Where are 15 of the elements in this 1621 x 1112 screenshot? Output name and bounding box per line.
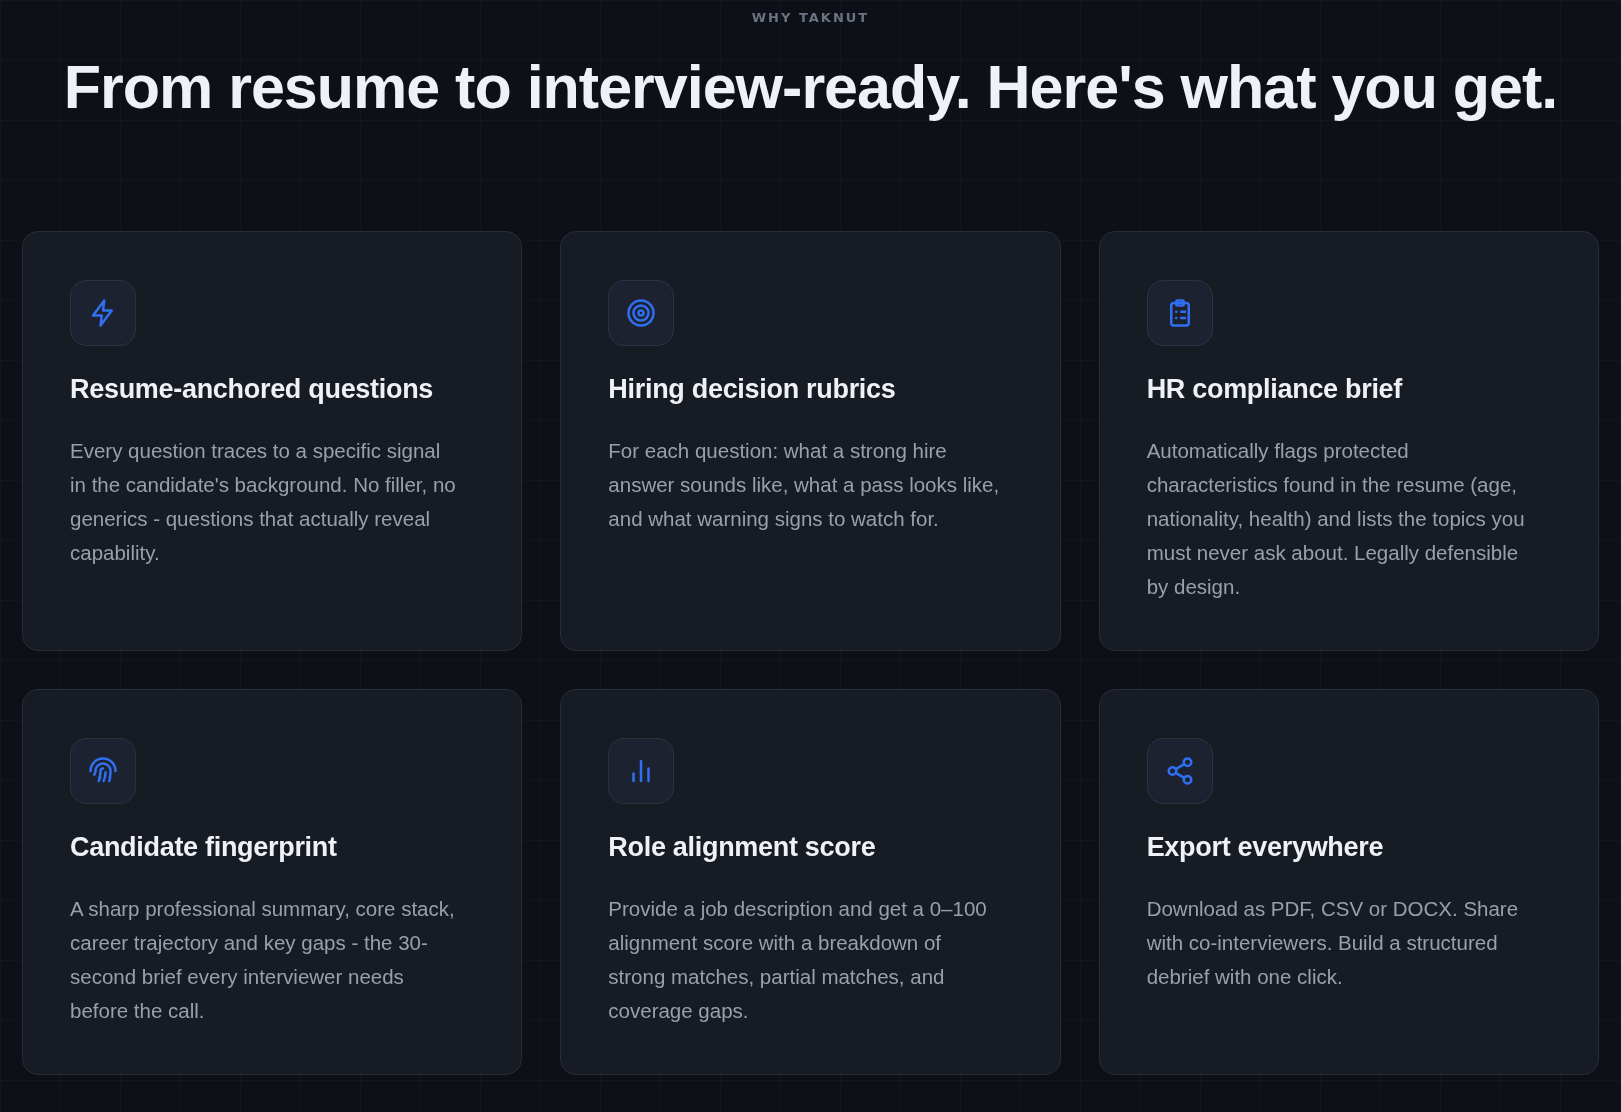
card-description: Automatically flags protected characteristics found in the resume (age, nationality, health) and lists the topics you must never ask about. Legally defensible by design. xyxy=(1146,438,1526,601)
card-description: Download as PDF, CSV or DOCX. Share with co-interviewers. Build a structured debrief with one click. xyxy=(1146,896,1520,991)
section-heading: From resume to interview-ready. Here's what you get. xyxy=(62,52,1559,123)
card-description: A sharp professional summary, core stack, career trajectory and key gaps - the 30-second brief every interviewer needs before the call. xyxy=(70,896,456,1025)
card-title: Resume-anchored questions xyxy=(70,373,435,407)
card-description: Provide a job description and get a 0–100 alignment score with a breakdown of strong matches, partial matches, and coverage gaps. xyxy=(608,896,988,1025)
card-title: Hiring decision rubrics xyxy=(608,373,897,407)
target-icon xyxy=(626,298,657,329)
card-title: Role alignment score xyxy=(608,831,877,865)
card-title: HR compliance brief xyxy=(1146,373,1404,407)
card-description: Every question traces to a specific signal in the candidate's background. No filler, no generics - questions that actually reveal capability. xyxy=(70,438,457,567)
card-description: For each question: what a strong hire answer sounds like, what a pass looks like, and what warning signs to watch for. xyxy=(608,438,1000,533)
section-eyebrow: WHY TAKNUT xyxy=(750,10,871,25)
card-title: Candidate fingerprint xyxy=(70,831,338,865)
card-title: Export everywhere xyxy=(1146,831,1385,865)
